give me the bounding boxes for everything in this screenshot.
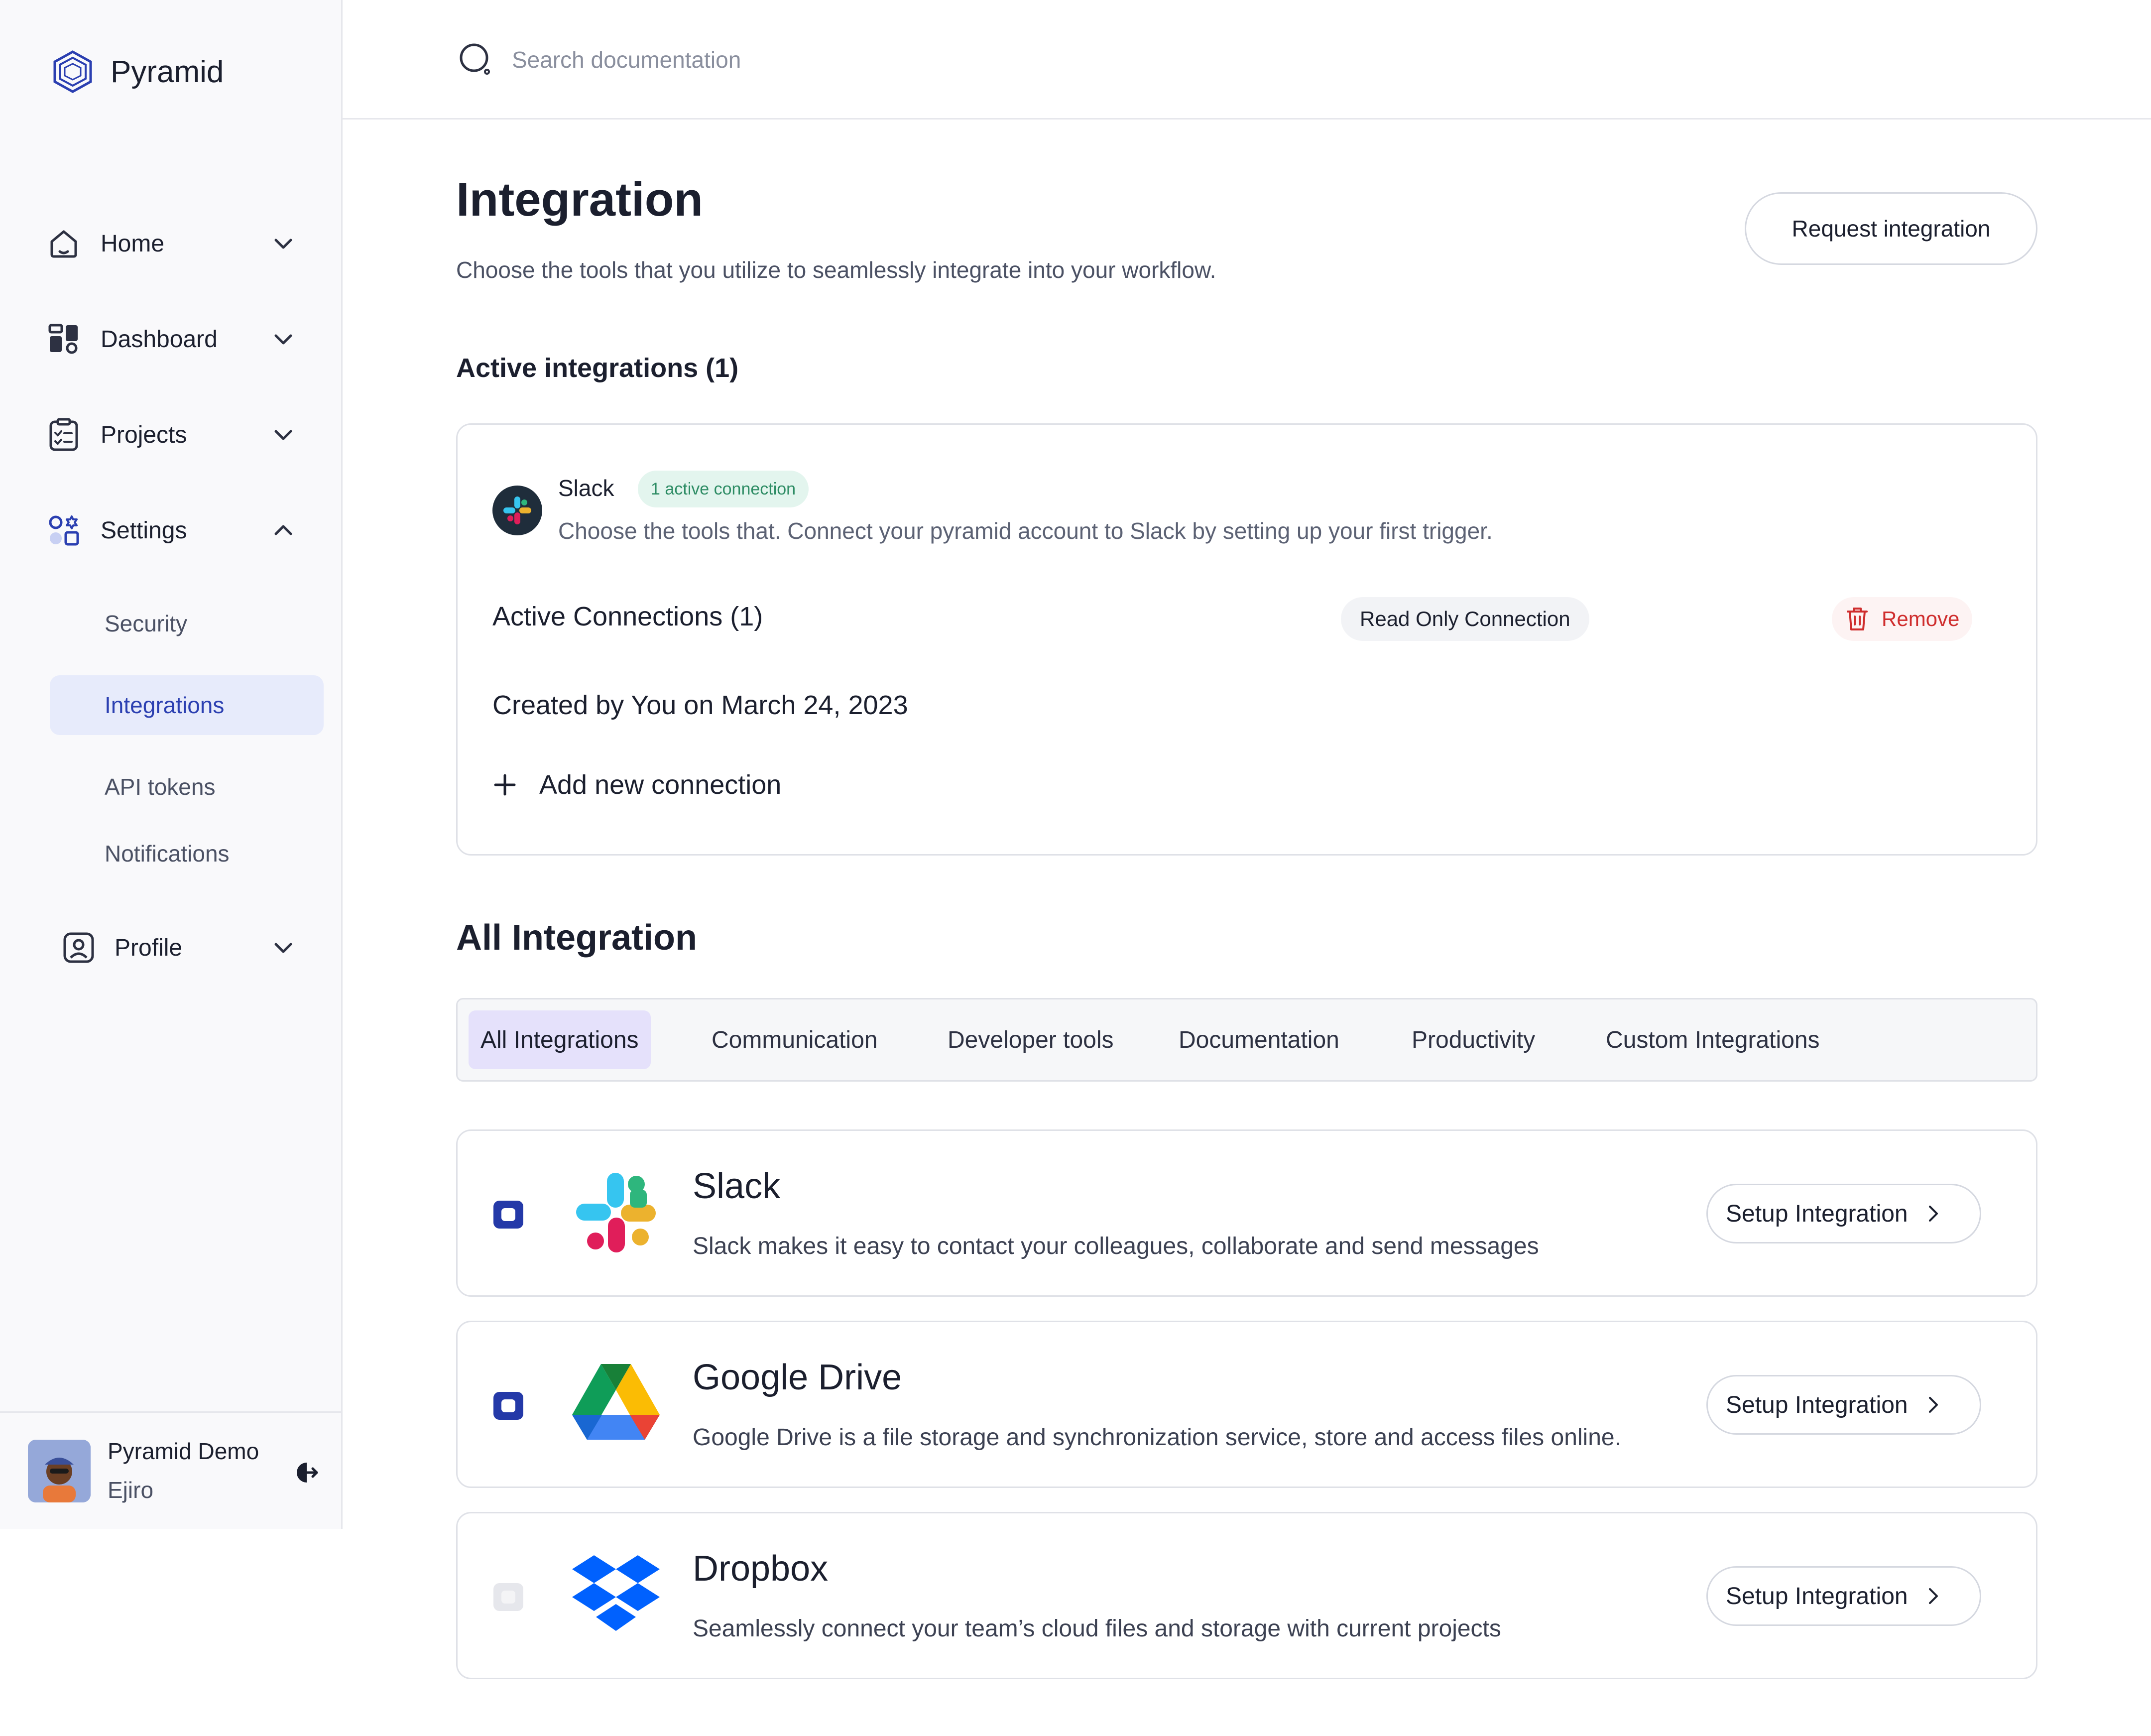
integration-checkbox[interactable] [493, 1201, 523, 1229]
dropbox-logo-icon [572, 1555, 660, 1631]
avatar[interactable] [28, 1440, 91, 1502]
remove-connection-button[interactable]: Remove [1832, 597, 1973, 641]
add-connection-button[interactable]: Add new connection [492, 769, 781, 800]
integration-tabs: All Integrations Communication Developer… [456, 998, 2037, 1082]
active-integration-name: Slack [558, 475, 614, 501]
google-drive-logo-icon [572, 1364, 660, 1440]
integration-card-dropbox: Dropbox Seamlessly connect your team’s c… [456, 1512, 2037, 1679]
tab-developer-tools[interactable]: Developer tools [936, 1010, 1126, 1069]
setup-integration-button[interactable]: Setup Integration [1706, 1184, 1981, 1243]
integration-checkbox[interactable] [493, 1583, 523, 1611]
integration-description: Google Drive is a file storage and synch… [693, 1424, 1621, 1451]
chevron-right-icon [1928, 1397, 1938, 1413]
page-title: Integration [456, 173, 703, 226]
user-subtitle: Ejiro [108, 1477, 154, 1503]
tab-all-integrations[interactable]: All Integrations [469, 1010, 651, 1069]
integration-checkbox[interactable] [493, 1392, 523, 1420]
sidebar-subitem-integrations[interactable]: Integrations [50, 675, 324, 735]
plus-icon [494, 774, 516, 796]
user-name: Pyramid Demo [108, 1438, 259, 1464]
sidebar-item-settings[interactable]: Settings [47, 508, 296, 553]
connection-type-badge: Read Only Connection [1341, 597, 1589, 641]
integration-name: Dropbox [693, 1549, 829, 1589]
active-integration-card: Slack 1 active connection Choose the too… [456, 423, 2037, 856]
setup-integration-button[interactable]: Setup Integration [1706, 1375, 1981, 1435]
sidebar-item-profile[interactable]: Profile [62, 925, 296, 970]
integration-card-google-drive: Google Drive Google Drive is a file stor… [456, 1321, 2037, 1488]
brand-name: Pyramid [111, 54, 224, 89]
brand[interactable]: Pyramid [50, 49, 224, 95]
sidebar-subitem-api-tokens[interactable]: API tokens [50, 757, 324, 817]
all-integrations-heading: All Integration [456, 918, 697, 958]
integration-description: Slack makes it easy to contact your coll… [693, 1233, 1539, 1259]
sidebar-item-label: Settings [101, 517, 187, 544]
chevron-right-icon [1928, 1588, 1938, 1604]
integration-name: Google Drive [693, 1358, 902, 1397]
chevron-right-icon [1928, 1206, 1938, 1222]
active-connection-badge: 1 active connection [638, 471, 809, 507]
tab-custom-integrations[interactable]: Custom Integrations [1594, 1010, 1832, 1069]
setup-integration-label: Setup Integration [1726, 1200, 1908, 1227]
sidebar-item-dashboard[interactable]: Dashboard [47, 317, 296, 362]
clipboard-icon [47, 418, 81, 452]
sidebar-item-home[interactable]: Home [47, 221, 296, 266]
setup-integration-button[interactable]: Setup Integration [1706, 1566, 1981, 1626]
request-integration-button[interactable]: Request integration [1745, 192, 2037, 265]
created-info: Created by You on March 24, 2023 [492, 690, 908, 720]
tab-communication[interactable]: Communication [700, 1010, 889, 1069]
sidebar-item-label: Dashboard [101, 326, 218, 353]
sidebar-item-label: Home [101, 230, 165, 257]
sidebar-subitem-notifications[interactable]: Notifications [50, 824, 324, 883]
sidebar-item-projects[interactable]: Projects [47, 412, 296, 457]
active-integration-description: Choose the tools that. Connect your pyra… [558, 518, 1493, 544]
dashboard-icon [47, 322, 81, 356]
integration-card-slack: Slack Slack makes it easy to contact you… [456, 1129, 2037, 1297]
search-icon [460, 43, 490, 75]
active-integrations-heading: Active integrations (1) [456, 353, 739, 383]
page-subtitle: Choose the tools that you utilize to sea… [456, 257, 1216, 283]
add-connection-label: Add new connection [539, 770, 782, 800]
sidebar-subitem-security[interactable]: Security [50, 594, 324, 653]
sidebar-item-label: Projects [101, 421, 187, 448]
sidebar: Pyramid Home Dashboard Projects Settings… [0, 0, 343, 1529]
active-connections-label: Active Connections (1) [492, 602, 763, 631]
setup-integration-label: Setup Integration [1726, 1583, 1908, 1610]
chevron-down-icon[interactable] [271, 422, 296, 447]
logout-icon[interactable] [292, 1459, 320, 1487]
slack-logo-icon [492, 486, 542, 535]
top-bar [343, 0, 2151, 120]
search-input[interactable] [512, 41, 1209, 79]
user-area: Pyramid Demo Ejiro [0, 1411, 343, 1529]
remove-label: Remove [1882, 607, 1960, 630]
chevron-down-icon[interactable] [271, 327, 296, 352]
chevron-up-icon[interactable] [271, 518, 296, 543]
pyramid-logo-icon [53, 50, 92, 93]
tab-productivity[interactable]: Productivity [1400, 1010, 1547, 1069]
settings-shapes-icon [47, 513, 81, 547]
integration-description: Seamlessly connect your team’s cloud fil… [693, 1615, 1501, 1642]
trash-icon [1847, 608, 1868, 630]
slack-logo-icon [576, 1173, 656, 1252]
chevron-down-icon[interactable] [271, 935, 296, 960]
setup-integration-label: Setup Integration [1726, 1391, 1908, 1418]
tab-documentation[interactable]: Documentation [1167, 1010, 1351, 1069]
chevron-down-icon[interactable] [271, 231, 296, 256]
profile-icon [62, 931, 96, 965]
sidebar-item-label: Profile [115, 934, 183, 961]
integration-name: Slack [693, 1166, 781, 1206]
home-icon [47, 227, 81, 260]
